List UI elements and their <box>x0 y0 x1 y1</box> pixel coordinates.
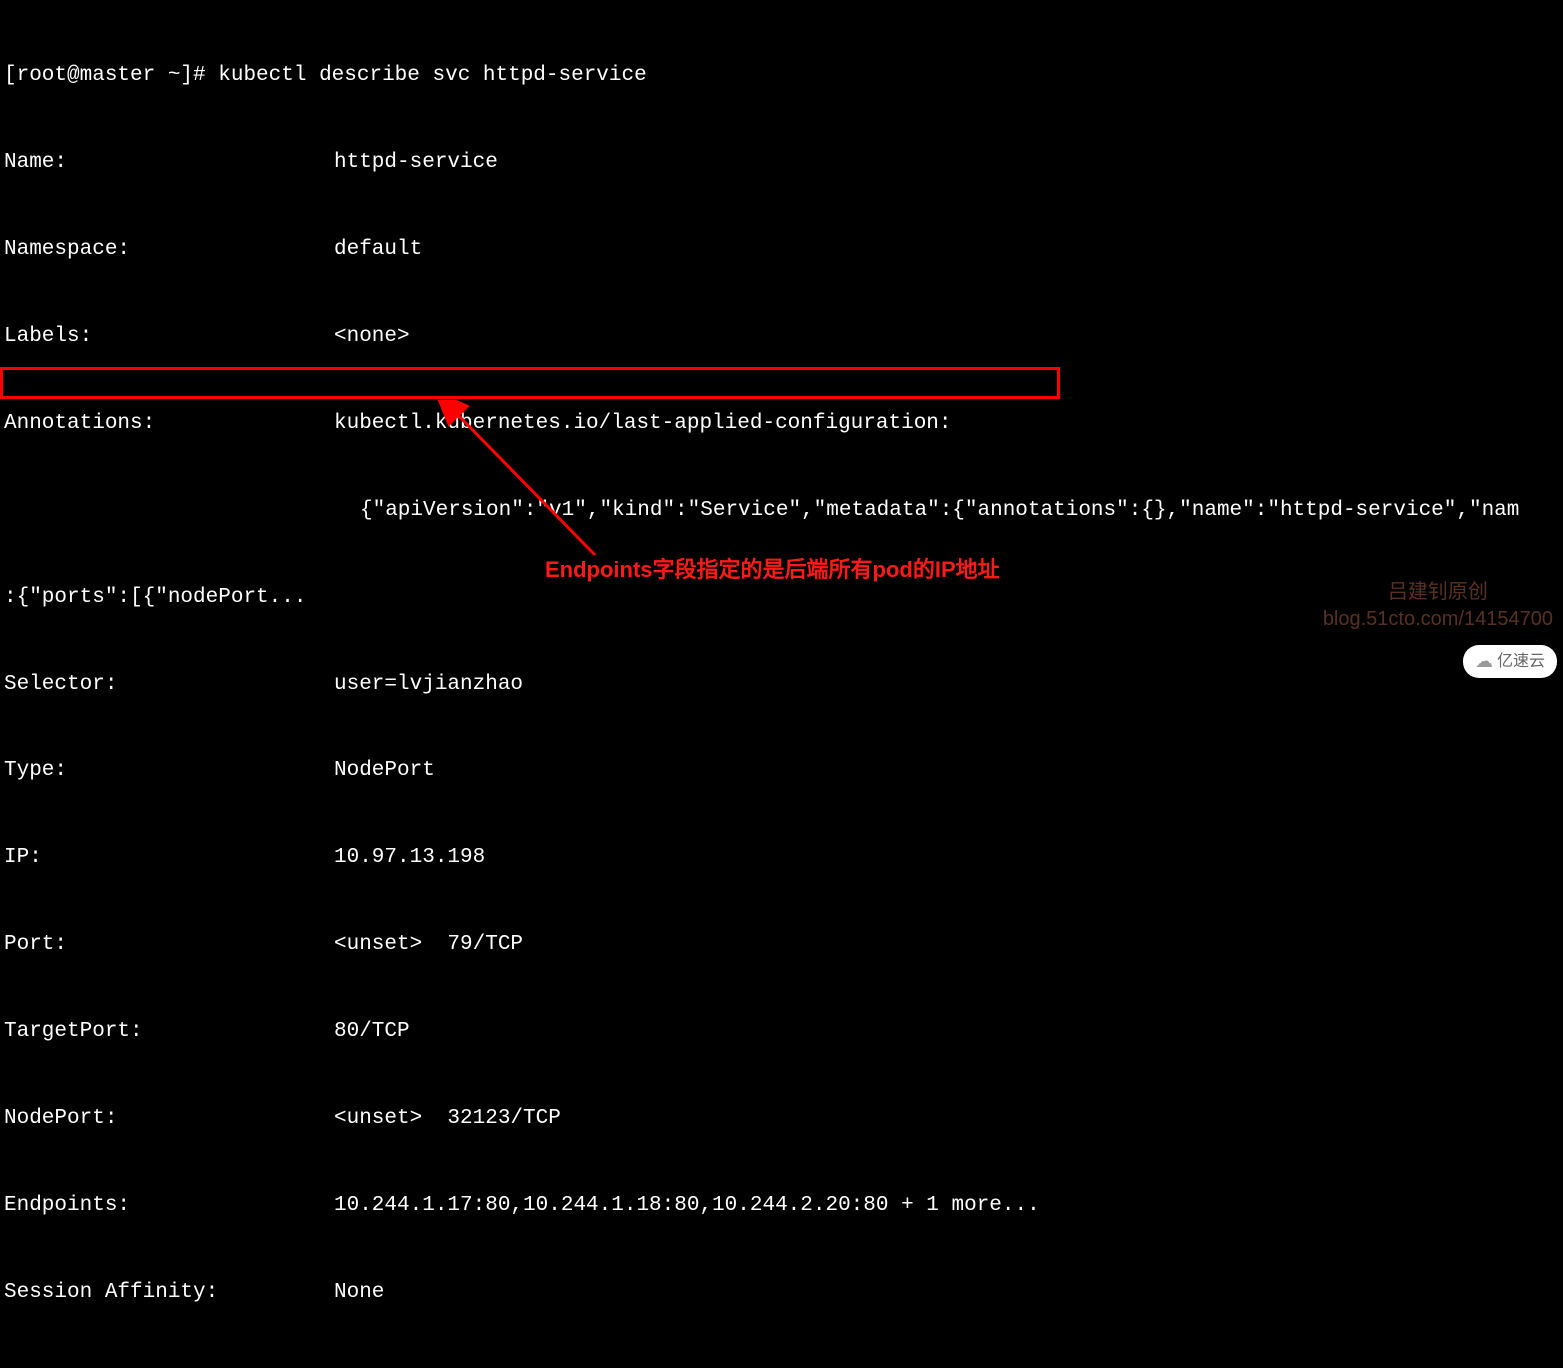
output-row-session: Session Affinity:None <box>4 1279 1559 1308</box>
logo-text: 亿速云 <box>1497 651 1545 673</box>
field-value: <unset> 32123/TCP <box>334 1107 561 1130</box>
field-label: Type: <box>4 757 334 786</box>
output-row-port: Port:<unset> 79/TCP <box>4 931 1559 960</box>
output-row-type: Type:NodePort <box>4 757 1559 786</box>
field-value: 80/TCP <box>334 1020 410 1043</box>
output-row-targetport: TargetPort:80/TCP <box>4 1018 1559 1047</box>
field-value: <none> <box>334 325 410 348</box>
field-value: default <box>334 238 422 261</box>
watermark-line1: 吕建钊原创 <box>1323 579 1553 607</box>
output-row-name: Name:httpd-service <box>4 149 1559 178</box>
output-row-ip: IP:10.97.13.198 <box>4 844 1559 873</box>
output-row-labels: Labels:<none> <box>4 323 1559 352</box>
watermark-line2: blog.51cto.com/14154700 <box>1323 606 1553 634</box>
field-label: Labels: <box>4 323 334 352</box>
field-label: NodePort: <box>4 1105 334 1134</box>
field-value: 10.244.1.17:80,10.244.1.18:80,10.244.2.2… <box>334 1194 1040 1217</box>
annotation-text: Endpoints字段指定的是后端所有pod的IP地址 <box>545 555 1000 585</box>
field-label: Annotations: <box>4 410 334 439</box>
field-label: Namespace: <box>4 236 334 265</box>
output-row-endpoints: Endpoints:10.244.1.17:80,10.244.1.18:80,… <box>4 1192 1559 1221</box>
output-row-selector: Selector:user=lvjianzhao <box>4 671 1559 700</box>
field-label: Name: <box>4 149 334 178</box>
field-label: Endpoints: <box>4 1192 334 1221</box>
field-value: user=lvjianzhao <box>334 673 523 696</box>
output-row-namespace: Namespace:default <box>4 236 1559 265</box>
output-row-traffic: External Traffic Policy:Cluster <box>4 1366 1559 1368</box>
command-line: [root@master ~]# kubectl describe svc ht… <box>4 62 1559 91</box>
field-label: Port: <box>4 931 334 960</box>
output-row-annotations: Annotations:kubectl.kubernetes.io/last-a… <box>4 410 1559 439</box>
field-value: httpd-service <box>334 151 498 174</box>
command-text: kubectl describe svc httpd-service <box>218 64 646 87</box>
field-value: {"apiVersion":"v1","kind":"Service","met… <box>334 499 1519 522</box>
cloud-icon: ☁ <box>1475 649 1493 674</box>
field-label: IP: <box>4 844 334 873</box>
watermark: 吕建钊原创 blog.51cto.com/14154700 <box>1323 579 1553 634</box>
output-row-nodeport: NodePort:<unset> 32123/TCP <box>4 1105 1559 1134</box>
field-label: Selector: <box>4 671 334 700</box>
field-label: Session Affinity: <box>4 1279 334 1308</box>
field-value: kubectl.kubernetes.io/last-applied-confi… <box>334 412 952 435</box>
field-value: <unset> 79/TCP <box>334 933 523 956</box>
field-value: :{"ports":[{"nodePort... <box>4 586 306 609</box>
field-label: TargetPort: <box>4 1018 334 1047</box>
field-value: None <box>334 1281 384 1304</box>
field-label: External Traffic Policy: <box>4 1366 334 1368</box>
shell-prompt: [root@master ~]# <box>4 64 218 87</box>
logo-badge: ☁ 亿速云 <box>1463 645 1557 678</box>
field-value: NodePort <box>334 759 435 782</box>
terminal-output: [root@master ~]# kubectl describe svc ht… <box>4 4 1559 1368</box>
field-value: 10.97.13.198 <box>334 846 485 869</box>
output-row-annotations-cont: {"apiVersion":"v1","kind":"Service","met… <box>4 497 1559 526</box>
